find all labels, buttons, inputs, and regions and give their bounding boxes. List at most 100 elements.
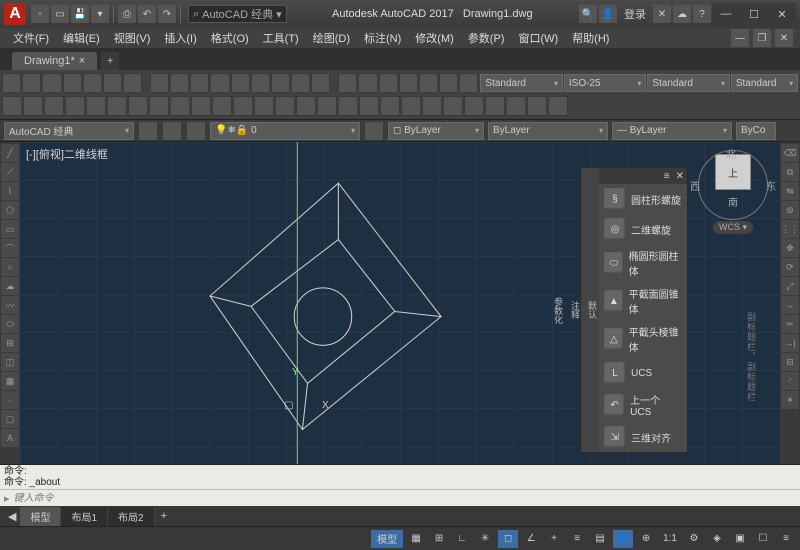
tb-icon[interactable]: [527, 96, 547, 116]
palette-tab[interactable]: 默认: [586, 299, 599, 321]
rotate-tool-icon[interactable]: ⟳: [781, 258, 799, 276]
menu-insert[interactable]: 插入(I): [157, 28, 203, 48]
mdi-minimize-button[interactable]: —: [731, 29, 749, 47]
tb-icon[interactable]: [123, 73, 142, 93]
tb-icon[interactable]: [254, 96, 274, 116]
tb-icon[interactable]: [128, 96, 148, 116]
status-otrack-icon[interactable]: ∠: [521, 530, 541, 548]
tb-icon[interactable]: [439, 73, 458, 93]
workspace-combo[interactable]: AutoCAD 经典▾: [4, 122, 134, 140]
plotstyle-combo[interactable]: ByCo: [736, 122, 776, 140]
layer-prop-icon[interactable]: [138, 121, 158, 141]
text-tool-icon[interactable]: A: [1, 429, 19, 447]
point-tool-icon[interactable]: ·: [1, 391, 19, 409]
layer-prop-icon[interactable]: [186, 121, 206, 141]
layout-tab-model[interactable]: 模型: [20, 507, 61, 526]
close-button[interactable]: ✕: [768, 3, 796, 25]
tb-icon[interactable]: [401, 96, 421, 116]
status-qp-icon[interactable]: 👤: [613, 530, 633, 548]
qat-new-icon[interactable]: ▫: [31, 5, 49, 23]
fillet-tool-icon[interactable]: ◜: [781, 372, 799, 390]
tb-icon[interactable]: [419, 73, 438, 93]
tb-icon[interactable]: [506, 96, 526, 116]
trim-tool-icon[interactable]: ✂: [781, 315, 799, 333]
tb-icon[interactable]: [338, 96, 358, 116]
menu-modify[interactable]: 修改(M): [408, 28, 461, 48]
wcs-label[interactable]: WCS ▾: [713, 221, 753, 234]
infocenter-search-icon[interactable]: 🔍: [579, 5, 597, 23]
block-tool-icon[interactable]: ◫: [1, 353, 19, 371]
status-scale-button[interactable]: 1:1: [659, 530, 681, 548]
tb-icon[interactable]: [251, 73, 270, 93]
xline-tool-icon[interactable]: ⟋: [1, 163, 19, 181]
layer-prop-icon[interactable]: [162, 121, 182, 141]
status-custom-icon[interactable]: ≡: [776, 530, 796, 548]
tb-icon[interactable]: [42, 73, 61, 93]
tb-icon[interactable]: [210, 73, 229, 93]
qat-print-icon[interactable]: ⎙: [118, 5, 136, 23]
tb-icon[interactable]: [2, 96, 22, 116]
status-ortho-icon[interactable]: ∟: [452, 530, 472, 548]
spline-tool-icon[interactable]: 〰: [1, 296, 19, 314]
tb-icon[interactable]: [464, 96, 484, 116]
status-model-button[interactable]: 模型: [371, 530, 403, 548]
status-max-icon[interactable]: ▣: [730, 530, 750, 548]
viewcube[interactable]: 北 西 东 上 南 WCS ▾: [694, 148, 772, 234]
viewcube-north[interactable]: 北: [726, 146, 736, 161]
region-tool-icon[interactable]: ▢: [1, 410, 19, 428]
palette-menu-icon[interactable]: ≡: [664, 171, 670, 182]
tb-icon[interactable]: [83, 73, 102, 93]
status-trans-icon[interactable]: ▤: [590, 530, 610, 548]
file-tab-active[interactable]: Drawing1* ×: [12, 52, 97, 70]
workspace-search[interactable]: ⌕ AutoCAD 经典 ▾: [188, 5, 287, 23]
circle-tool-icon[interactable]: ○: [1, 258, 19, 276]
palette-item[interactable]: ▲平截面圆锥体: [599, 282, 687, 320]
tb-icon[interactable]: [63, 73, 82, 93]
status-gear-icon[interactable]: ⚙: [684, 530, 704, 548]
linetype-combo[interactable]: ByLayer▾: [488, 122, 608, 140]
palette-item[interactable]: ⇲三维对齐: [599, 422, 687, 452]
app-logo[interactable]: A: [4, 3, 26, 25]
exchange-icon[interactable]: ✕: [653, 5, 671, 23]
viewcube-east[interactable]: 东: [766, 178, 776, 193]
revcloud-tool-icon[interactable]: ☁: [1, 277, 19, 295]
new-tab-button[interactable]: +: [101, 52, 119, 70]
color-combo[interactable]: ◻ ByLayer▾: [388, 122, 484, 140]
mirror-tool-icon[interactable]: ⇋: [781, 182, 799, 200]
status-polar-icon[interactable]: ✳: [475, 530, 495, 548]
drawing-canvas[interactable]: [-][俯视]二维线框 Y X ▢ 北 西 东 上 南 WCS ▾: [20, 142, 780, 464]
a360-icon[interactable]: ☁: [673, 5, 691, 23]
tb-icon[interactable]: [317, 96, 337, 116]
palette-item[interactable]: △平截头棱锥体: [599, 320, 687, 358]
tb-icon[interactable]: [23, 96, 43, 116]
copy-tool-icon[interactable]: ⧉: [781, 163, 799, 181]
tb-icon[interactable]: [338, 73, 357, 93]
palette-item[interactable]: §圆柱形螺旋: [599, 184, 687, 214]
palette-item[interactable]: ↶上一个 UCS: [599, 388, 687, 422]
palette-item[interactable]: ⬭椭圆形圆柱体: [599, 244, 687, 282]
move-tool-icon[interactable]: ✥: [781, 239, 799, 257]
tb-icon[interactable]: [103, 73, 122, 93]
tb-icon[interactable]: [359, 96, 379, 116]
menu-draw[interactable]: 绘图(D): [306, 28, 357, 48]
palette-tab[interactable]: 注释: [569, 299, 582, 321]
layout-add-button[interactable]: +: [155, 510, 173, 522]
tb-icon[interactable]: [22, 73, 41, 93]
tb-icon[interactable]: [422, 96, 442, 116]
tb-icon[interactable]: [44, 96, 64, 116]
menu-view[interactable]: 视图(V): [107, 28, 158, 48]
line-tool-icon[interactable]: ╱: [1, 144, 19, 162]
command-history[interactable]: 命令: 命令: _about: [0, 465, 800, 489]
status-iso-icon[interactable]: ◈: [707, 530, 727, 548]
palette-item[interactable]: ◎二维螺旋: [599, 214, 687, 244]
tb-icon[interactable]: [399, 73, 418, 93]
lineweight-combo[interactable]: — ByLayer▾: [612, 122, 732, 140]
tb-icon[interactable]: [170, 96, 190, 116]
tb-icon[interactable]: [2, 73, 21, 93]
erase-tool-icon[interactable]: ⌫: [781, 144, 799, 162]
layout-tab-2[interactable]: 布局2: [108, 507, 155, 526]
style-combo-2[interactable]: Standard▾: [647, 74, 729, 92]
layer-match-icon[interactable]: [364, 121, 384, 141]
scale-tool-icon[interactable]: ⤢: [781, 277, 799, 295]
signin-icon[interactable]: 👤: [599, 5, 617, 23]
